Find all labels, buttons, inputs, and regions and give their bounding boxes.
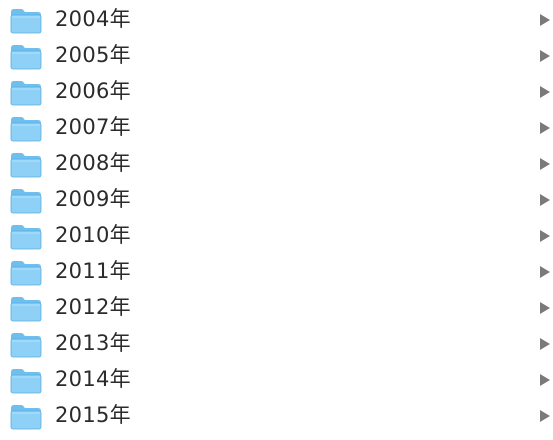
folder-name: 2012年 bbox=[55, 295, 131, 319]
folder-icon bbox=[10, 368, 42, 394]
folder-row[interactable]: 2010年 bbox=[0, 217, 553, 253]
folder-row[interactable]: 2013年 bbox=[0, 325, 553, 361]
folder-name: 2005年 bbox=[55, 43, 131, 67]
folder-row[interactable]: 2009年 bbox=[0, 181, 553, 217]
folder-icon bbox=[10, 8, 42, 34]
disclosure-triangle-right-icon[interactable] bbox=[539, 229, 551, 243]
folder-row[interactable]: 2014年 bbox=[0, 361, 553, 397]
disclosure-triangle-right-icon[interactable] bbox=[539, 157, 551, 171]
disclosure-triangle-right-icon[interactable] bbox=[539, 49, 551, 63]
folder-icon bbox=[10, 152, 42, 178]
folder-name: 2013年 bbox=[55, 331, 131, 355]
folder-row[interactable]: 2011年 bbox=[0, 253, 553, 289]
folder-name: 2015年 bbox=[55, 403, 131, 427]
folder-name: 2007年 bbox=[55, 115, 131, 139]
folder-icon bbox=[10, 80, 42, 106]
disclosure-triangle-right-icon[interactable] bbox=[539, 13, 551, 27]
folder-row[interactable]: 2006年 bbox=[0, 73, 553, 109]
folder-name: 2006年 bbox=[55, 79, 131, 103]
disclosure-triangle-right-icon[interactable] bbox=[539, 265, 551, 279]
folder-row[interactable]: 2012年 bbox=[0, 289, 553, 325]
folder-icon bbox=[10, 332, 42, 358]
folder-row[interactable]: 2007年 bbox=[0, 109, 553, 145]
folder-list: 2004年 2005年 2006年 2007年 2008年 2009年 2010… bbox=[0, 0, 553, 440]
folder-name: 2011年 bbox=[55, 259, 131, 283]
folder-icon bbox=[10, 404, 42, 430]
folder-name: 2008年 bbox=[55, 151, 131, 175]
folder-icon bbox=[10, 260, 42, 286]
disclosure-triangle-right-icon[interactable] bbox=[539, 409, 551, 423]
disclosure-triangle-right-icon[interactable] bbox=[539, 121, 551, 135]
folder-name: 2004年 bbox=[55, 7, 131, 31]
disclosure-triangle-right-icon[interactable] bbox=[539, 193, 551, 207]
folder-icon bbox=[10, 44, 42, 70]
disclosure-triangle-right-icon[interactable] bbox=[539, 301, 551, 315]
folder-row[interactable]: 2005年 bbox=[0, 37, 553, 73]
folder-icon bbox=[10, 188, 42, 214]
folder-row[interactable]: 2008年 bbox=[0, 145, 553, 181]
folder-icon bbox=[10, 296, 42, 322]
folder-row[interactable]: 2004年 bbox=[0, 1, 553, 37]
disclosure-triangle-right-icon[interactable] bbox=[539, 373, 551, 387]
folder-name: 2014年 bbox=[55, 367, 131, 391]
folder-name: 2009年 bbox=[55, 187, 131, 211]
disclosure-triangle-right-icon[interactable] bbox=[539, 337, 551, 351]
folder-icon bbox=[10, 116, 42, 142]
folder-name: 2010年 bbox=[55, 223, 131, 247]
folder-icon bbox=[10, 224, 42, 250]
folder-row[interactable]: 2015年 bbox=[0, 397, 553, 433]
disclosure-triangle-right-icon[interactable] bbox=[539, 85, 551, 99]
